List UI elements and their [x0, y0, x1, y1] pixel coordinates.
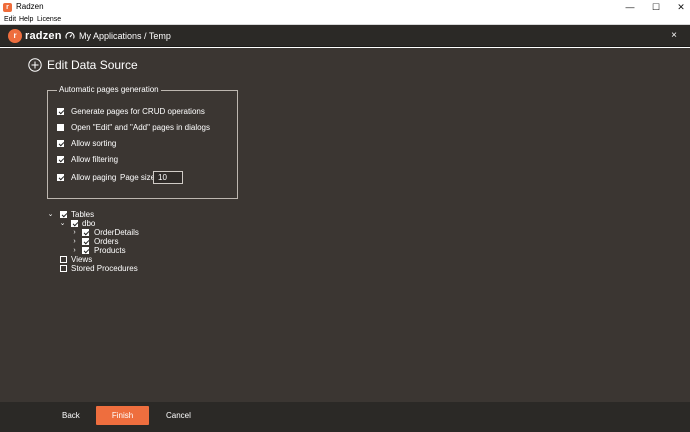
allow-sorting-checkbox[interactable]: [57, 140, 64, 147]
menu-edit[interactable]: Edit: [4, 15, 16, 25]
minimize-button[interactable]: —: [617, 1, 643, 14]
generate-crud-label: Generate pages for CRUD operations: [71, 107, 205, 116]
page-size-label: Page size: [120, 173, 156, 182]
views-checkbox[interactable]: [60, 256, 67, 263]
products-checkbox[interactable]: [82, 247, 89, 254]
allow-sorting-label: Allow sorting: [71, 139, 117, 148]
products-label: Products: [94, 246, 126, 255]
fieldset-legend: Automatic pages generation: [57, 85, 161, 95]
radzen-logo-icon: r: [8, 29, 22, 43]
app-header: r radzen My Applications / Temp ×: [0, 25, 690, 47]
brand-name: radzen: [25, 30, 62, 42]
open-in-dialogs-label: Open "Edit" and "Add" pages in dialogs: [71, 123, 211, 132]
chevron-right-icon[interactable]: ›: [71, 246, 78, 255]
orderdetails-checkbox[interactable]: [82, 229, 89, 236]
allow-filtering-checkbox[interactable]: [57, 156, 64, 163]
gauge-icon: [65, 32, 75, 39]
stored-procedures-checkbox[interactable]: [60, 265, 67, 272]
orderdetails-label: OrderDetails: [94, 228, 139, 237]
dbo-label: dbo: [82, 219, 96, 228]
generate-crud-checkbox[interactable]: [57, 108, 64, 115]
maximize-button[interactable]: ☐: [643, 1, 669, 14]
views-label: Views: [71, 255, 93, 264]
option-allow-paging[interactable]: Allow paging Page size: [57, 171, 237, 184]
allow-paging-label: Allow paging: [71, 173, 117, 182]
page-size-input[interactable]: [153, 171, 183, 184]
radzen-app-icon: r: [3, 3, 12, 12]
chevron-right-icon[interactable]: ›: [71, 228, 78, 237]
tables-checkbox[interactable]: [60, 211, 67, 218]
finish-button[interactable]: Finish: [96, 406, 149, 425]
chevron-down-icon[interactable]: ⌄: [59, 219, 66, 228]
chevron-down-icon[interactable]: ⌄: [47, 210, 54, 219]
page-title: Edit Data Source: [47, 58, 138, 72]
orders-checkbox[interactable]: [82, 238, 89, 245]
dbo-checkbox[interactable]: [71, 220, 78, 227]
menu-help[interactable]: Help: [19, 15, 33, 25]
add-circle-icon: [28, 58, 42, 72]
chevron-right-icon[interactable]: ›: [71, 237, 78, 246]
breadcrumb[interactable]: My Applications / Temp: [79, 31, 171, 42]
close-window-button[interactable]: ✕: [668, 1, 690, 14]
orders-label: Orders: [94, 237, 119, 246]
allow-paging-checkbox[interactable]: [57, 174, 64, 181]
stored-procedures-label: Stored Procedures: [71, 264, 138, 273]
window-title: Radzen: [16, 2, 44, 11]
window-titlebar: r Radzen — ☐ ✕: [0, 0, 690, 15]
main-content: Edit Data Source Automatic pages generat…: [0, 48, 690, 402]
menu-bar: Edit Help License: [0, 15, 690, 25]
allow-filtering-label: Allow filtering: [71, 155, 119, 164]
open-in-dialogs-checkbox[interactable]: [57, 124, 64, 131]
menu-license[interactable]: License: [37, 15, 61, 25]
back-button[interactable]: Back: [62, 411, 80, 421]
close-icon[interactable]: ×: [668, 30, 680, 42]
tables-label: Tables: [71, 210, 95, 219]
cancel-button[interactable]: Cancel: [166, 411, 191, 421]
